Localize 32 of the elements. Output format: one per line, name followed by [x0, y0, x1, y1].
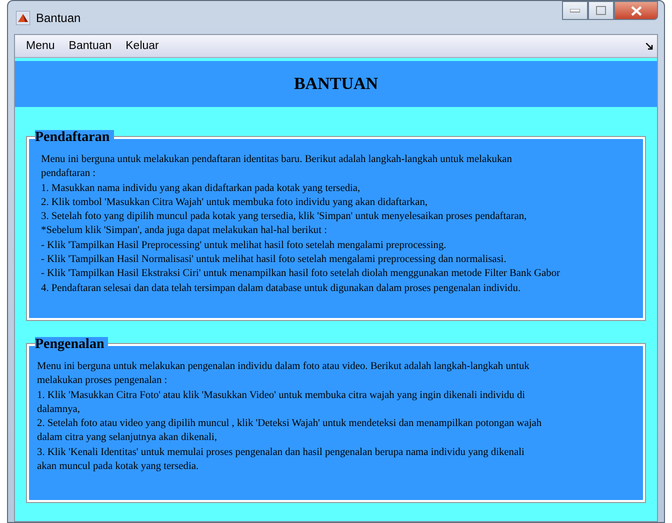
help-text-line: dalam citra yang selanjutnya akan dikenali, [37, 431, 218, 446]
close-button[interactable] [614, 1, 658, 20]
menu-item[interactable]: Keluar [118, 36, 166, 56]
help-text-line: 1. Masukkan nama individu yang akan didaftarkan pada kotak yang tersedia, [41, 182, 362, 196]
help-text-line: 4. Pendaftaran selesai dan data telah tersimpan dalam database untuk digunakan dalam proses pengenalan individu. [41, 282, 522, 296]
help-text-line: Menu ini berguna untuk melakukan pengenalan individu dalam foto atau video. Berikut adalah langkah-langkah untuk [37, 360, 530, 374]
help-text-line: akan muncul pada kotak yang tersedia. [37, 460, 200, 474]
help-text-line: *Sebelum klik 'Simpan', anda juga dapat melakukan hal-hal berikut : [41, 224, 328, 238]
help-text-line: dalamnya, [37, 402, 81, 417]
app-icon [16, 10, 30, 24]
menu-item[interactable]: Bantuan [62, 36, 119, 56]
help-text-line: pendaftaran : [41, 167, 97, 182]
maximize-icon [596, 6, 606, 15]
panel-title: Pengenalan [35, 336, 108, 353]
maximize-button[interactable] [588, 1, 614, 20]
help-text-line: 2. Setelah foto atau video yang dipilih muncul , klik 'Deteksi Wajah' untuk mendeteksi dan menampilkan potongan wajah [37, 417, 543, 432]
close-icon [630, 6, 642, 16]
window-title: Bantuan [36, 10, 81, 24]
help-text-line: 3. Setelah foto yang dipilih muncul pada kotak yang tersedia, klik 'Simpan' untuk menyelesaikan proses pendaftaran, [41, 210, 528, 224]
minimize-button[interactable] [562, 1, 588, 20]
menu-item[interactable]: Menu [19, 36, 62, 56]
minimize-icon [570, 8, 580, 12]
help-text-line: - Klik 'Tampilkan Hasil Normalisasi' untuk melihat hasil foto setelah mengalami preprocessing dan normalisasi. [41, 253, 508, 268]
help-text-line: - Klik 'Tampilkan Hasil Preprocessing' untuk melihat hasil foto setelah mengalami preprocessing. [41, 238, 448, 253]
help-text-line: melakukan proses pengenalan : [37, 374, 168, 388]
dock-arrow-icon[interactable] [646, 42, 653, 50]
help-text-line: 3. Klik 'Kenali Identitas' untuk memulai proses pengenalan dan hasil pengenalan berupa nama individu yang dikenali [37, 446, 526, 460]
page-heading: BANTUAN [294, 74, 378, 94]
help-text-line: 1. Klik 'Masukkan Citra Foto' atau klik 'Masukkan Video' untuk membuka citra wajah yang ingin dikenali individu di [37, 388, 526, 403]
help-text-line: - Klik 'Tampilkan Hasil Ekstraksi Ciri' untuk menampilkan hasil foto setelah diolah menggunakan metode Filter Bank Gabor [41, 267, 561, 282]
help-text-line: 2. Klik tombol 'Masukkan Citra Wajah' untuk membuka foto individu yang akan didaftarkan, [41, 196, 429, 210]
help-text-line: Menu ini berguna untuk melakukan pendaftaran identitas baru. Berikut adalah langkah-langkah untuk melakukan [41, 153, 513, 167]
